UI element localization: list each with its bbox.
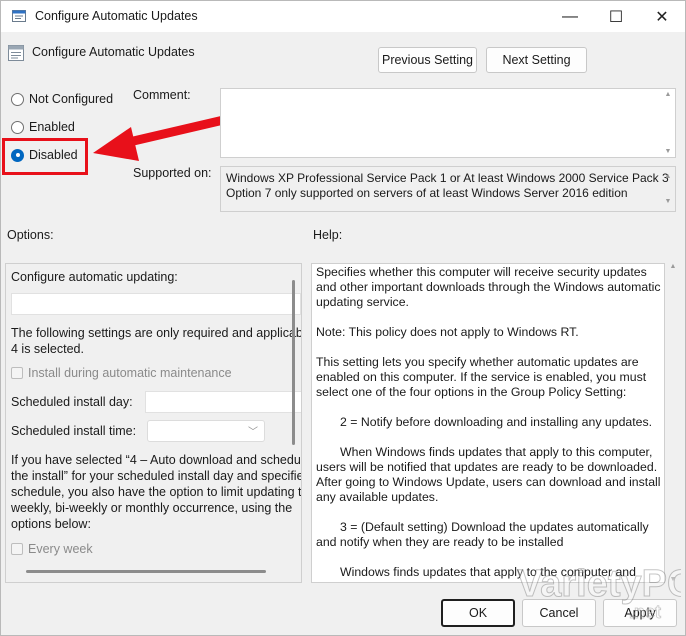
options-paragraph-line: options below: [11, 517, 91, 531]
configure-updating-dropdown[interactable] [11, 293, 301, 315]
help-paragraph: When Windows finds updates that apply to… [316, 445, 661, 504]
checkbox-label: Every week [28, 542, 93, 556]
minimize-button[interactable]: — [547, 1, 593, 32]
help-paragraph: Specifies whether this computer will rec… [316, 265, 661, 309]
install-time-dropdown[interactable]: ﹀ [147, 420, 265, 442]
every-week-checkbox[interactable]: Every week [11, 542, 93, 556]
install-time-label: Scheduled install time: [11, 424, 137, 438]
radio-label: Not Configured [29, 92, 114, 106]
help-paragraph: Windows finds updates that apply to the … [316, 565, 649, 582]
policy-icon [12, 10, 26, 22]
options-paragraph-line: weekly, bi-weekly or monthly occurrence,… [11, 501, 293, 515]
comment-label: Comment: [133, 88, 191, 102]
help-label: Help: [313, 228, 343, 242]
checkbox-box[interactable] [11, 367, 23, 379]
close-button[interactable]: ✕ [639, 1, 685, 32]
options-panel: Configure automatic updating: The follow… [5, 263, 302, 583]
help-scrollbar[interactable]: ▲ ▼ [668, 263, 678, 583]
radio-indicator[interactable] [11, 92, 24, 106]
cancel-button[interactable]: Cancel [522, 599, 596, 627]
apply-button[interactable]: Apply [603, 599, 677, 627]
options-vertical-scrollbar[interactable] [292, 280, 295, 445]
comment-scrollbar[interactable]: ▲ ▼ [663, 91, 673, 155]
help-paragraph: 3 = (Default setting) Download the updat… [316, 520, 649, 549]
supported-on-field: Windows XP Professional Service Pack 1 o… [220, 166, 676, 212]
options-note-line: 4 is selected. [11, 342, 84, 356]
help-paragraph: 2 = Notify before downloading and instal… [340, 415, 653, 429]
options-note-line: The following settings are only required… [11, 326, 302, 340]
chevron-down-icon: ﹀ [248, 427, 258, 438]
radio-indicator[interactable] [11, 120, 24, 134]
policy-setting-icon [8, 45, 24, 61]
comment-textarea[interactable]: ▲ ▼ [220, 88, 676, 158]
radio-label: Enabled [29, 120, 75, 134]
help-panel: Specifies whether this computer will rec… [311, 263, 665, 583]
options-horizontal-scrollbar[interactable] [26, 570, 266, 573]
dialog-window: Configure Automatic Updates — ☐ ✕ Config… [0, 0, 686, 636]
highlight-box [2, 138, 88, 175]
checkbox-label: Install during automatic maintenance [28, 366, 232, 380]
options-paragraph-line: schedule, you also have the option to li… [11, 485, 302, 499]
radio-enabled[interactable]: Enabled [11, 120, 75, 134]
supported-on-text: Windows XP Professional Service Pack 1 o… [226, 171, 669, 200]
options-paragraph-line: If you have selected “4 – Auto download … [11, 453, 302, 467]
next-setting-button[interactable]: Next Setting [486, 47, 587, 73]
window-title: Configure Automatic Updates [35, 9, 198, 23]
help-paragraph: This setting lets you specify whether au… [316, 355, 647, 399]
options-paragraph-line: the install” for your scheduled install … [11, 469, 302, 483]
help-paragraph: Note: This policy does not apply to Wind… [316, 325, 579, 339]
configure-updating-label: Configure automatic updating: [11, 270, 178, 284]
install-maintenance-checkbox[interactable]: Install during automatic maintenance [11, 366, 232, 380]
maximize-button[interactable]: ☐ [593, 1, 639, 32]
radio-not-configured[interactable]: Not Configured [11, 92, 113, 106]
checkbox-box[interactable] [11, 543, 23, 555]
supported-scrollbar[interactable]: ▲ ▼ [663, 169, 673, 209]
title-bar: Configure Automatic Updates — ☐ ✕ [1, 1, 685, 32]
install-day-label: Scheduled install day: [11, 395, 133, 409]
previous-setting-button[interactable]: Previous Setting [378, 47, 477, 73]
supported-on-label: Supported on: [133, 166, 212, 180]
policy-name: Configure Automatic Updates [32, 45, 195, 59]
ok-button[interactable]: OK [441, 599, 515, 627]
install-day-dropdown[interactable] [145, 391, 301, 413]
options-label: Options: [7, 228, 54, 242]
